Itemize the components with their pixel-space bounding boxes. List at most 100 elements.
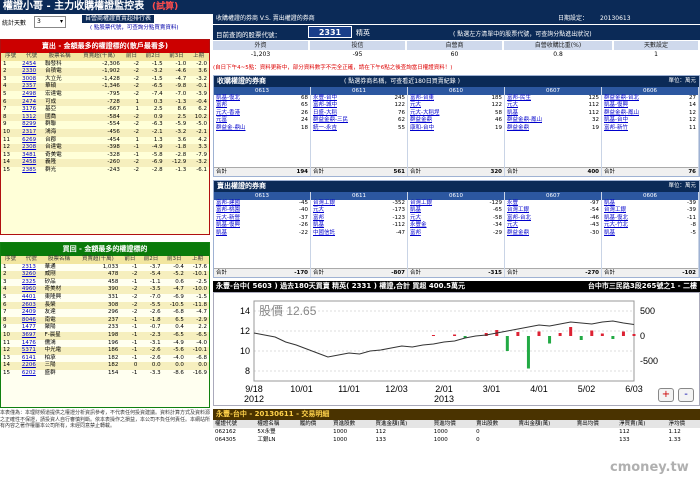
buy-broker-name[interactable]: 凱基-台中 xyxy=(602,117,677,124)
trade-row[interactable]: 062162 5X永豐 1000 112 1000 0 112 1.12 xyxy=(213,428,700,436)
buy-broker-row[interactable]: 凱基-復北 68 xyxy=(214,95,310,102)
buy-broker-name[interactable]: 富邦 xyxy=(214,102,286,109)
bought-stock-code[interactable]: 2409 xyxy=(20,309,43,317)
sell-broker-row[interactable]: 群益金鼎 -30 xyxy=(505,230,601,237)
buy-broker-row[interactable]: 凱基-台中 12 xyxy=(602,117,698,124)
sell-broker-row[interactable]: 元大 -43 xyxy=(505,222,601,229)
bought-stock-code[interactable]: 1476 xyxy=(20,340,43,348)
bought-stock-code[interactable]: 4960 xyxy=(19,286,43,294)
sell-broker-row[interactable]: 元大 -173 xyxy=(311,207,407,214)
stock-code[interactable]: 2331 xyxy=(308,26,352,38)
bought-stock-code[interactable]: 4401 xyxy=(20,294,43,302)
bought-stock-code[interactable]: 5371 xyxy=(19,347,43,355)
sell-broker-name[interactable]: 富邦-桃園 xyxy=(214,207,280,214)
bought-stock-code[interactable]: 2325 xyxy=(20,279,43,287)
buy-broker-row[interactable]: 群益金鼎 46 xyxy=(408,117,504,124)
bought-row[interactable]: 9 1477 聚陽 233 -1 -0.7 0.4 2.2 xyxy=(1,324,209,332)
sold-stock-code[interactable]: 3176 xyxy=(20,106,43,114)
bought-row[interactable]: 3 2325 矽品 458 -1 -1.1 0.6 -2.5 xyxy=(1,279,209,287)
bought-row[interactable]: 4 4960 奇美材 390 -2 -3.5 -4.7 -10.0 xyxy=(1,286,209,294)
bought-row[interactable]: 11 1476 儒鴻 196 -1 -3.1 -4.9 -4.0 xyxy=(1,340,209,348)
buy-broker-row[interactable]: 統一-永吉 55 xyxy=(311,125,407,132)
zoom-out-button[interactable]: - xyxy=(678,388,694,402)
bought-stock-code[interactable]: 2206 xyxy=(19,362,43,370)
buy-broker-name[interactable]: 群益金鼎 xyxy=(505,125,575,132)
sell-broker-row[interactable]: 凱基 -65 xyxy=(408,207,504,214)
sell-broker-name[interactable]: 台灣工銀 xyxy=(602,207,668,214)
sold-row[interactable]: 14 2458 義隆 -260 -2 -6.9 -12.9 -3.2 xyxy=(1,159,209,167)
sell-broker-row[interactable]: 富邦-台北 -46 xyxy=(505,215,601,222)
bought-row[interactable]: 2 3260 威剛 478 -2 -5.4 -5.2 -10.1 xyxy=(1,271,209,279)
days-select[interactable]: 3 ▾ xyxy=(34,16,66,28)
sold-stock-code[interactable]: 8299 xyxy=(20,121,43,129)
sold-stock-code[interactable]: 3481 xyxy=(20,152,43,160)
buy-broker-name[interactable]: 富邦-新竹 xyxy=(602,125,677,132)
bought-row[interactable]: 8 8046 南電 237 -1 -1.8 6.5 -2.9 xyxy=(1,316,209,325)
bought-stock-code[interactable]: 1477 xyxy=(20,324,43,332)
bought-row[interactable]: 13 6141 柏承 182 -1 -2.6 -4.0 -6.8 xyxy=(1,355,209,363)
sold-row[interactable]: 13 3481 奇美電 -328 -1 -5.8 -2.8 -7.9 xyxy=(1,152,209,160)
buy-broker-name[interactable]: 群益金-鼎山 xyxy=(214,125,286,132)
buy-broker-row[interactable]: 群益金鼎 19 xyxy=(505,125,601,132)
sold-stock-code[interactable]: 1312 xyxy=(20,113,44,122)
buy-broker-row[interactable]: 群益金-鼎山 18 xyxy=(214,125,310,132)
buy-broker-row[interactable]: 康和-台中 19 xyxy=(408,125,504,132)
buy-broker-row[interactable]: 元大 122 xyxy=(408,102,504,109)
sell-broker-row[interactable]: 富邦 -29 xyxy=(408,230,504,237)
sell-broker-name[interactable]: 凱基 xyxy=(602,230,668,237)
buy-broker-row[interactable]: 凱基-復興 14 xyxy=(602,102,698,109)
trade-row[interactable]: 064305 工銀LN 1000 133 1000 0 133 1.33 xyxy=(213,436,700,444)
sold-stock-code[interactable]: 2385 xyxy=(20,167,43,175)
buy-broker-row[interactable]: 富邦 65 xyxy=(214,102,310,109)
zoom-in-button[interactable]: + xyxy=(658,388,674,402)
buy-broker-name[interactable]: 康和-台中 xyxy=(408,125,475,132)
sold-row[interactable]: 5 2498 宏達電 -795 -2 -7.4 -7.0 -3.9 xyxy=(1,91,209,99)
sold-row[interactable]: 4 2357 華碩 -1,346 -2 -6.5 -9.8 -0.1 xyxy=(1,83,209,91)
buy-broker-name[interactable]: 群益金鼎 xyxy=(408,117,475,124)
sold-row[interactable]: 2 2330 台積電 -1,902 -2 -3.2 -4.6 3.6 xyxy=(1,68,209,76)
bought-row[interactable]: 5 4401 東隆興 331 -2 -7.0 -6.9 -1.5 xyxy=(1,294,209,302)
bought-stock-code[interactable]: 3697 xyxy=(19,331,43,340)
sell-broker-row[interactable]: 富邦 -123 xyxy=(311,215,407,222)
sell-broker-row[interactable]: 富邦-桃園 -40 xyxy=(214,207,310,214)
sold-row[interactable]: 3 3008 大立光 -1,428 -2 -1.5 -4.7 -3.2 xyxy=(1,76,209,84)
sold-stock-code[interactable]: 2454 xyxy=(20,61,43,69)
sell-broker-row[interactable]: 中國信託 -47 xyxy=(311,230,407,237)
sell-broker-row[interactable]: 台灣工銀 -54 xyxy=(505,207,601,214)
sold-stock-code[interactable]: 2498 xyxy=(20,91,43,99)
sell-broker-row[interactable]: 凱基 -5 xyxy=(602,230,698,237)
sell-broker-name[interactable]: 台灣工銀 xyxy=(505,207,571,214)
sell-broker-name[interactable]: 凱基 xyxy=(408,207,467,214)
bought-row[interactable]: 10 3697 F-晨星 198 -1 -2.3 -6.5 -6.5 xyxy=(1,331,209,340)
sold-stock-code[interactable]: 2317 xyxy=(20,128,44,137)
buy-broker-name[interactable]: 群益金鼎-鳳山 xyxy=(505,117,575,124)
sell-broker-name[interactable]: 富邦 xyxy=(408,230,467,237)
sold-stock-code[interactable]: 2458 xyxy=(20,159,44,167)
sold-row[interactable]: 15 2385 群光 -243 -2 -2.8 -1.3 -6.1 xyxy=(1,167,209,175)
sold-stock-code[interactable]: 2330 xyxy=(20,68,44,76)
buy-broker-name[interactable]: 群益金鼎-三民 xyxy=(311,117,381,124)
sold-row[interactable]: 12 2308 台達電 -398 -1 -4.9 -1.8 3.3 xyxy=(1,144,209,152)
sell-broker-row[interactable]: 凱基-復興 -26 xyxy=(214,222,310,229)
sold-stock-code[interactable]: 2308 xyxy=(20,144,44,152)
sell-broker-name[interactable]: 凱基-復興 xyxy=(214,222,280,229)
sold-stock-code[interactable]: 2357 xyxy=(20,83,44,91)
sell-broker-row[interactable]: 凱基 -22 xyxy=(214,230,310,237)
buy-broker-row[interactable]: 富邦-城中 122 xyxy=(311,102,407,109)
bought-stock-code[interactable]: 2603 xyxy=(19,301,43,310)
sell-broker-row[interactable]: 台灣工銀 -129 xyxy=(408,200,504,207)
bought-stock-code[interactable]: 6141 xyxy=(20,355,43,363)
bought-stock-code[interactable]: 2313 xyxy=(20,264,43,272)
sold-stock-code[interactable]: 3008 xyxy=(20,76,43,84)
bought-row[interactable]: 14 2206 三陽 182 0 0.0 0.0 0.0 xyxy=(1,362,209,370)
sell-broker-name[interactable]: 凱基 xyxy=(214,230,280,237)
buy-broker-name[interactable]: 元大 xyxy=(408,102,475,109)
buy-broker-row[interactable]: 群益金鼎-鳳山 32 xyxy=(505,117,601,124)
bought-stock-code[interactable]: 6202 xyxy=(20,370,43,378)
sell-broker-name[interactable]: 凱基 xyxy=(311,222,370,229)
sold-row[interactable]: 10 2317 鴻海 -456 -2 -2.1 -3.2 -2.1 xyxy=(1,128,209,137)
buy-broker-row[interactable]: 富邦-新竹 11 xyxy=(602,125,698,132)
bought-row[interactable]: 7 2409 友達 296 -2 -2.6 -6.8 -4.7 xyxy=(1,309,209,317)
buy-broker-row[interactable]: 群益金鼎-三民 62 xyxy=(311,117,407,124)
sold-row[interactable]: 11 6269 台郡 -454 1 1.3 3.6 4.2 xyxy=(1,137,209,145)
